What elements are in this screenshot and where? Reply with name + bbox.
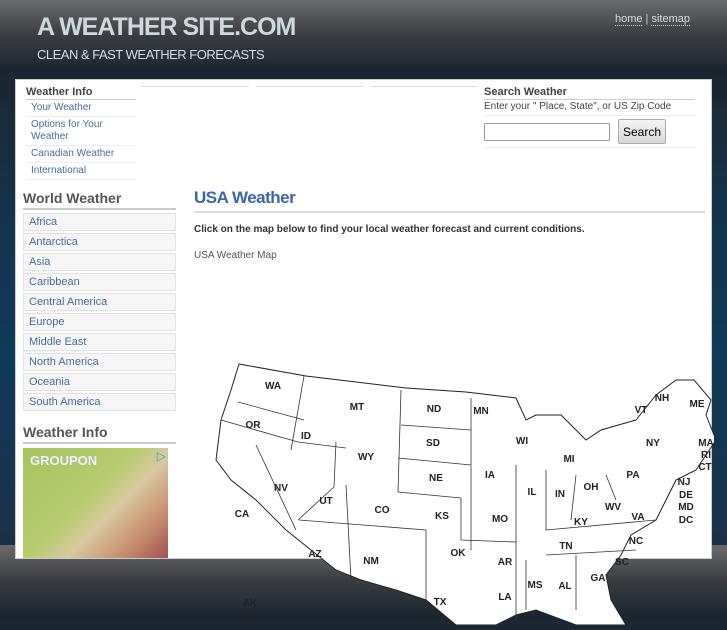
state-ky[interactable]: KY <box>574 517 588 528</box>
state-de[interactable]: DE <box>679 490 693 501</box>
menu-canadian-weather[interactable]: Canadian Weather <box>26 146 136 163</box>
state-me[interactable]: ME <box>690 399 705 410</box>
page-container: Weather Info Your Weather Options for Yo… <box>15 79 714 626</box>
home-link[interactable]: home <box>614 13 643 26</box>
state-dc[interactable]: DC <box>679 515 693 526</box>
sidebar: World Weather Africa Antarctica Asia Caribb… <box>23 190 176 558</box>
state-mo[interactable]: MO <box>492 514 508 525</box>
menu-options[interactable]: Options for Your Weather <box>26 117 136 146</box>
state-ok[interactable]: OK <box>451 548 467 559</box>
ad-brand: GROUPON <box>30 453 98 468</box>
state-or[interactable]: OR <box>246 420 262 431</box>
region-link-oceania[interactable]: Oceania <box>23 373 176 391</box>
divider <box>141 86 249 88</box>
state-ma[interactable]: MA <box>698 438 714 449</box>
state-ut[interactable]: UT <box>319 496 332 507</box>
weather-info-heading: Weather Info <box>26 86 136 100</box>
state-az[interactable]: AZ <box>308 549 321 560</box>
region-link-asia[interactable]: Asia <box>23 253 176 271</box>
region-link-central-america[interactable]: Central America <box>23 293 176 311</box>
region-link-south-america[interactable]: South America <box>23 393 176 411</box>
state-nd[interactable]: ND <box>427 404 441 415</box>
state-in[interactable]: IN <box>555 489 565 500</box>
state-sc[interactable]: SC <box>615 557 629 568</box>
world-weather-heading: World Weather <box>23 190 176 210</box>
site-tagline: CLEAN & FAST WEATHER FORECASTS <box>37 47 265 62</box>
state-wv[interactable]: WV <box>605 502 621 513</box>
map-caption: USA Weather Map <box>194 250 277 261</box>
state-ct[interactable]: CT <box>698 462 711 473</box>
state-il[interactable]: IL <box>528 487 537 498</box>
region-link-europe[interactable]: Europe <box>23 313 176 331</box>
separator: | <box>645 13 649 25</box>
main-content: USA Weather Click on the map below to fi… <box>194 188 714 626</box>
menu-your-weather[interactable]: Your Weather <box>26 100 136 117</box>
page-title: USA Weather <box>194 188 705 213</box>
state-al[interactable]: AL <box>558 581 571 592</box>
state-va[interactable]: VA <box>631 512 644 523</box>
state-wy[interactable]: WY <box>358 452 374 463</box>
state-wi[interactable]: WI <box>516 436 528 447</box>
search-panel: Search Weather Enter your " Place, State… <box>484 86 695 148</box>
state-hi[interactable]: HI <box>244 613 254 624</box>
state-ca[interactable]: CA <box>235 509 249 520</box>
state-ar[interactable]: AR <box>498 557 513 568</box>
state-co[interactable]: CO <box>375 505 390 516</box>
region-link-caribbean[interactable]: Caribbean <box>23 273 176 291</box>
state-ia[interactable]: IA <box>485 470 495 481</box>
state-ri[interactable]: RI <box>701 450 711 461</box>
state-tx[interactable]: TX <box>434 597 447 608</box>
state-ak[interactable]: AK <box>243 598 258 609</box>
search-hint: Enter your " Place, State", or US Zip Co… <box>484 100 695 116</box>
state-ny[interactable]: NY <box>646 438 660 449</box>
state-mt[interactable]: MT <box>350 402 364 413</box>
divider <box>370 86 478 88</box>
state-la[interactable]: LA <box>498 592 511 603</box>
usa-outline <box>215 363 714 626</box>
region-link-north-america[interactable]: North America <box>23 353 176 371</box>
sitemap-link[interactable]: sitemap <box>651 13 690 26</box>
state-pa[interactable]: PA <box>626 470 639 481</box>
menu-international[interactable]: International <box>26 163 136 180</box>
state-tn[interactable]: TN <box>559 541 572 552</box>
intro-text: Click on the map below to find your loca… <box>194 224 585 235</box>
region-link-middle-east[interactable]: Middle East <box>23 333 176 351</box>
usa-map[interactable]: WA OR ID MT ND MN SD WY NE IA WI MI IL IN OH PA NY VT NH ME… <box>194 350 714 630</box>
state-id[interactable]: ID <box>301 431 311 442</box>
state-nm[interactable]: NM <box>363 556 379 567</box>
state-ms[interactable]: MS <box>528 580 543 591</box>
adchoices-icon[interactable]: ▷ <box>157 449 166 463</box>
search-input[interactable] <box>484 122 610 141</box>
state-ga[interactable]: GA <box>591 573 606 584</box>
state-md[interactable]: MD <box>678 502 694 513</box>
state-ne[interactable]: NE <box>429 473 443 484</box>
state-nc[interactable]: NC <box>629 536 643 547</box>
state-mn[interactable]: MN <box>473 406 489 417</box>
region-link-africa[interactable]: Africa <box>23 213 176 231</box>
groupon-ad[interactable]: GROUPON ▷ <box>23 448 168 558</box>
state-mi[interactable]: MI <box>563 454 574 465</box>
divider <box>256 86 364 88</box>
search-button[interactable]: Search <box>618 119 666 144</box>
state-vt[interactable]: VT <box>635 405 648 416</box>
site-title[interactable]: A WEATHER SITE.COM <box>37 13 296 42</box>
state-wa[interactable]: WA <box>265 381 281 392</box>
weather-info-menu: Weather Info Your Weather Options for Yo… <box>26 86 136 180</box>
region-link-antarctica[interactable]: Antarctica <box>23 233 176 251</box>
state-nj[interactable]: NJ <box>678 477 691 488</box>
state-oh[interactable]: OH <box>584 482 599 493</box>
state-sd[interactable]: SD <box>426 438 440 449</box>
weather-info-heading-side: Weather Info <box>23 424 176 444</box>
search-heading: Search Weather <box>484 86 695 100</box>
state-nh[interactable]: NH <box>655 393 669 404</box>
state-ks[interactable]: KS <box>435 511 449 522</box>
top-links: home | sitemap <box>614 13 690 26</box>
state-nv[interactable]: NV <box>274 483 288 494</box>
